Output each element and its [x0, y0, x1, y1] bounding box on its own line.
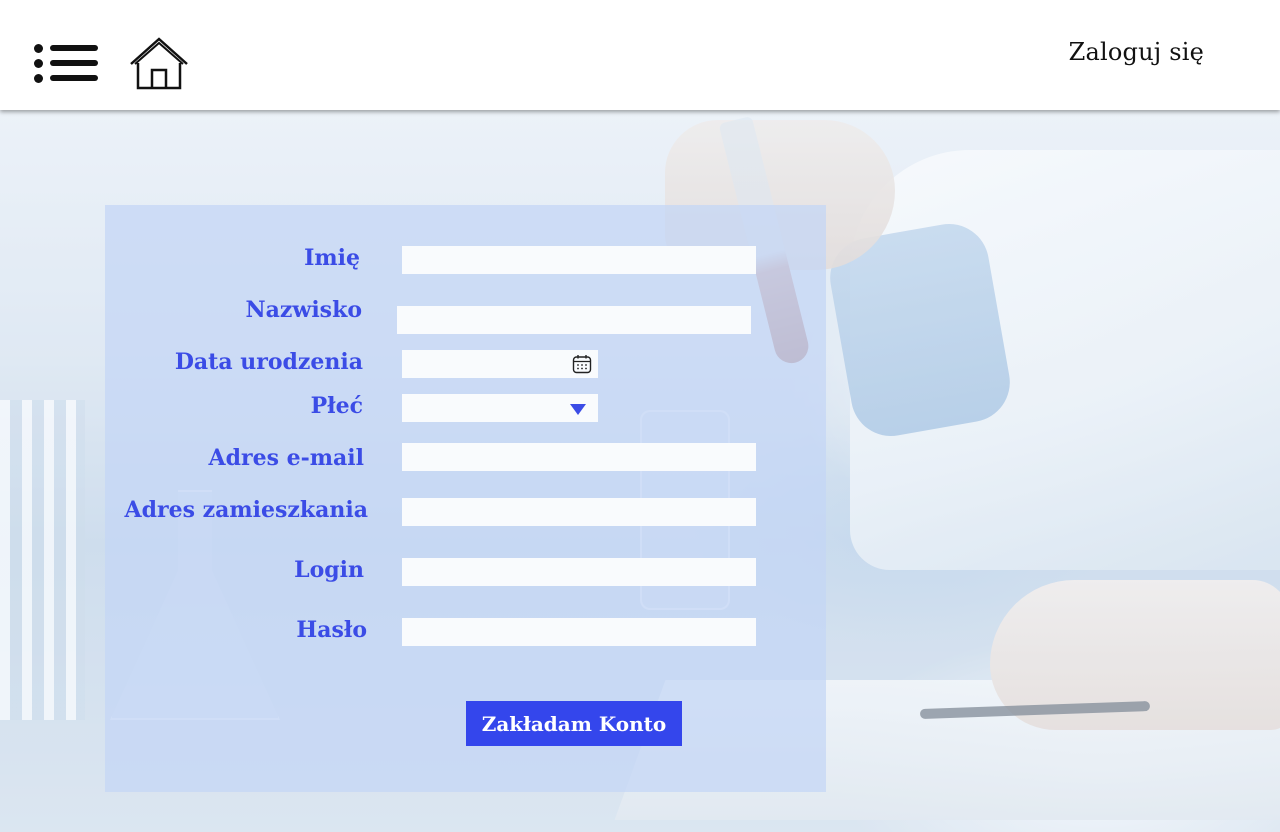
- birth-date-label: Data urodzenia: [174, 349, 363, 375]
- registration-form: Imię Nazwisko Data urodzenia Płeć Adres …: [105, 205, 826, 792]
- address-label: Adres zamieszkania: [124, 497, 368, 523]
- first-name-label: Imię: [304, 245, 360, 271]
- login-input[interactable]: [402, 558, 756, 586]
- gender-select[interactable]: [402, 394, 598, 422]
- email-input[interactable]: [402, 443, 756, 471]
- birth-date-input[interactable]: [402, 350, 598, 378]
- home-icon[interactable]: [128, 36, 190, 92]
- last-name-label: Nazwisko: [245, 297, 362, 323]
- create-account-button[interactable]: Zakładam Konto: [466, 701, 682, 746]
- email-label: Adres e-mail: [208, 445, 364, 471]
- login-link[interactable]: Zaloguj się: [1069, 38, 1204, 66]
- first-name-input[interactable]: [402, 246, 756, 274]
- hamburger-menu-icon[interactable]: [34, 42, 100, 86]
- password-input[interactable]: [402, 618, 756, 646]
- top-header: Zaloguj się: [0, 0, 1280, 110]
- calendar-icon[interactable]: [572, 354, 592, 374]
- last-name-input[interactable]: [397, 306, 751, 334]
- password-label: Hasło: [296, 617, 367, 643]
- dropdown-caret-icon[interactable]: [570, 404, 586, 415]
- gender-label: Płeć: [310, 393, 363, 419]
- address-input[interactable]: [402, 498, 756, 526]
- login-label: Login: [294, 557, 364, 583]
